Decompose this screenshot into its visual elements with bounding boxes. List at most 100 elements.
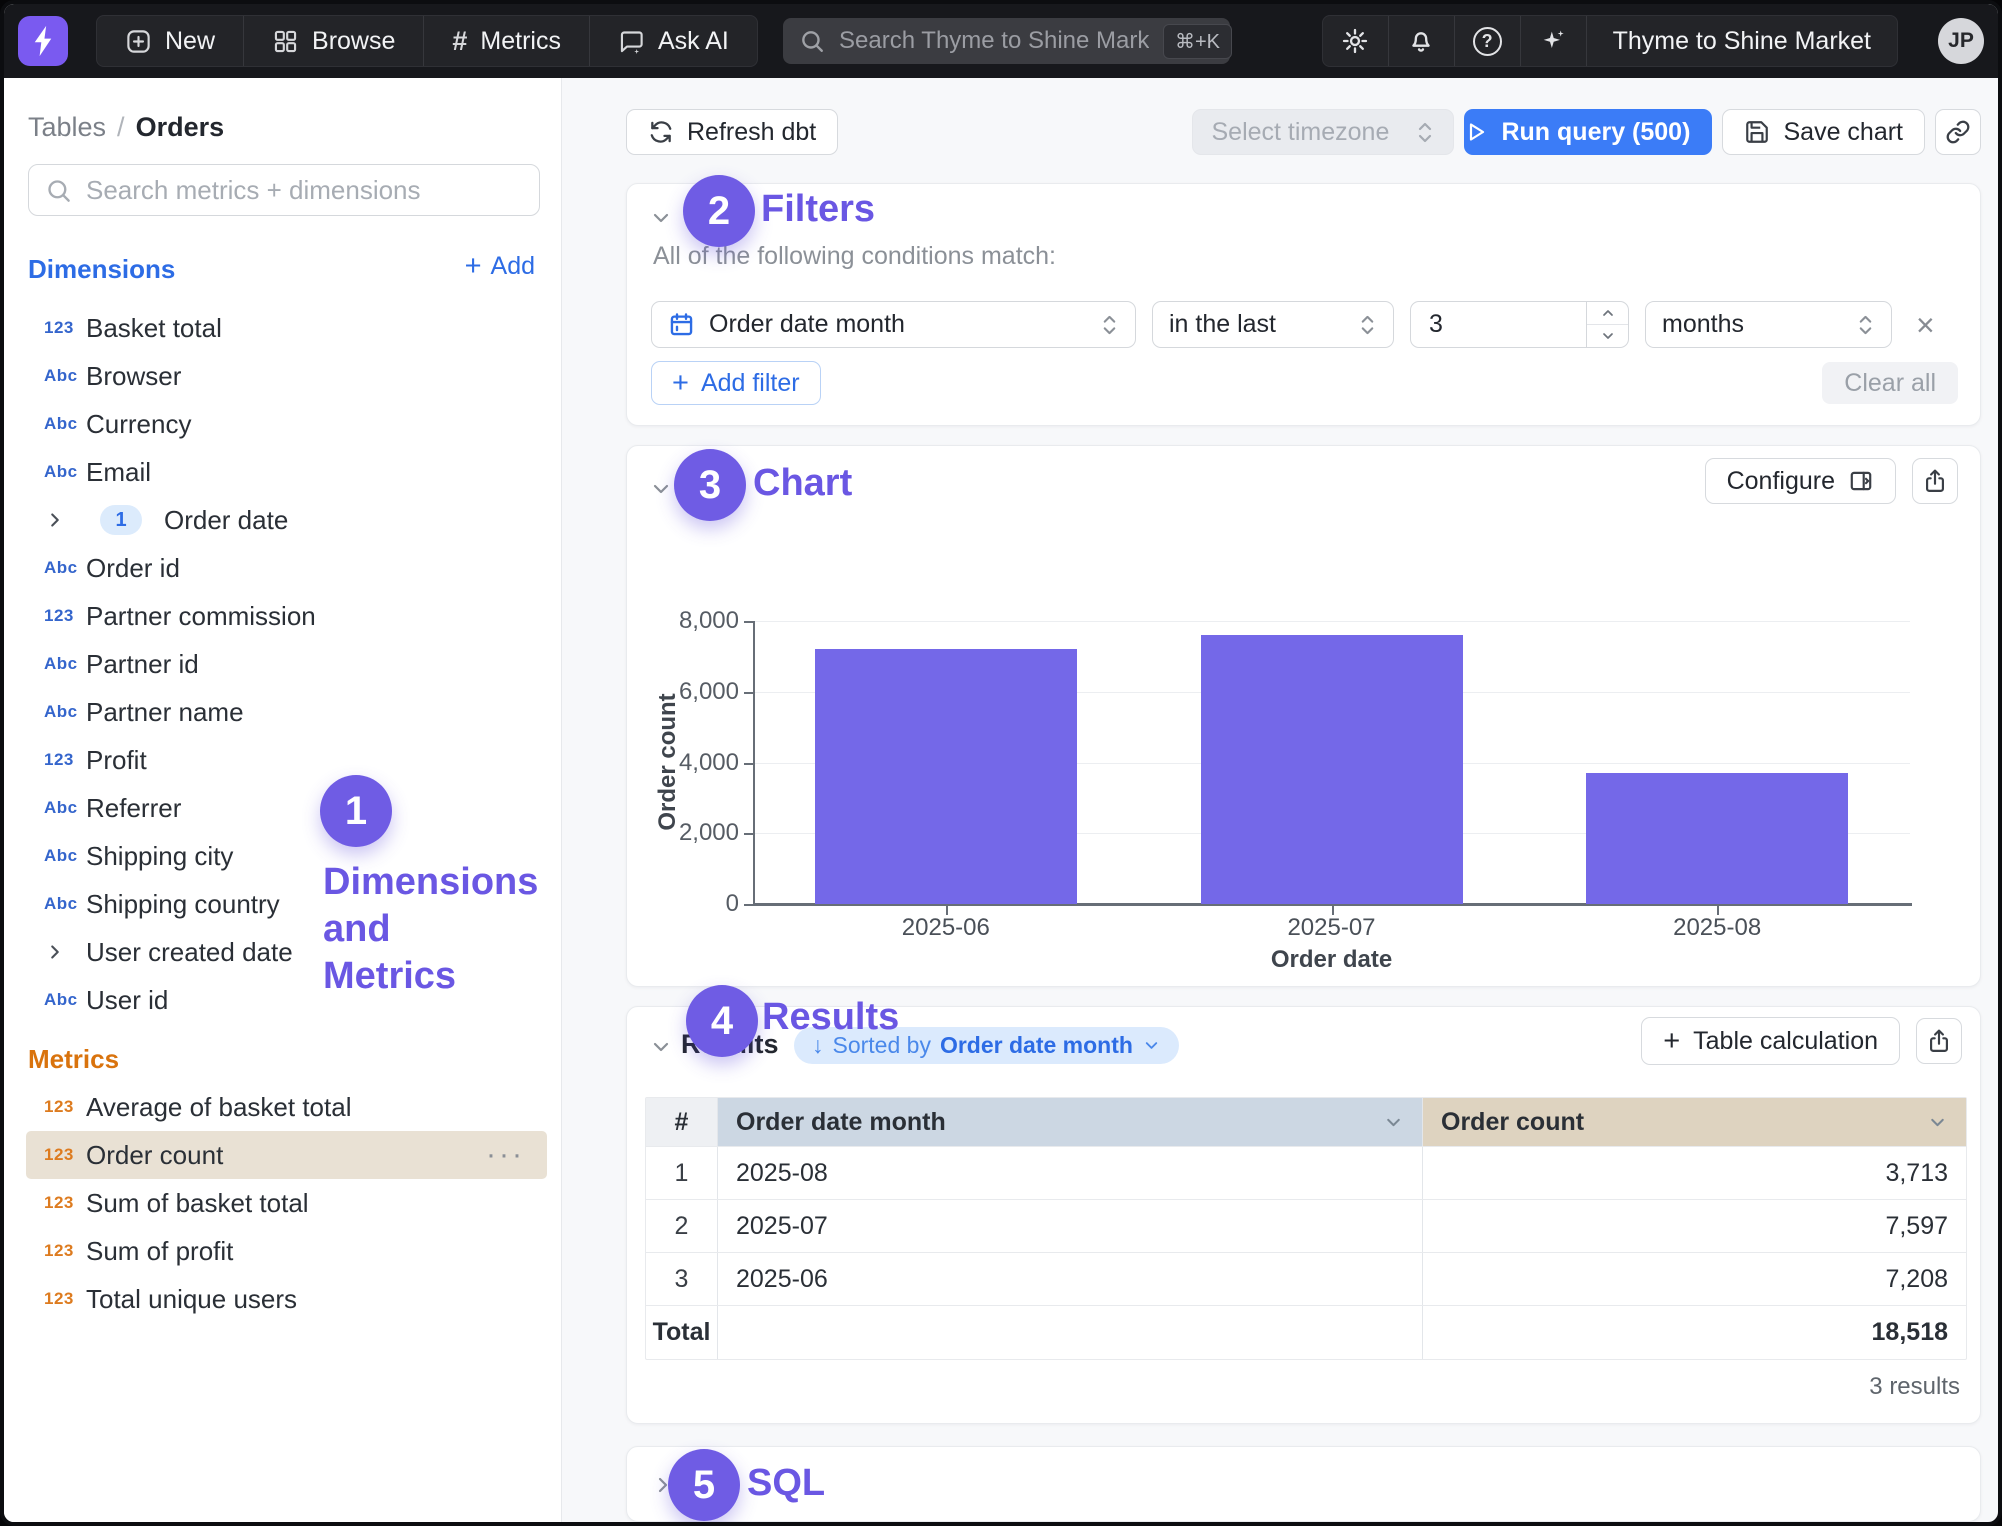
breadcrumb-tables-link[interactable]: Tables xyxy=(28,112,106,143)
hash-icon: # xyxy=(452,26,467,57)
dimension-order-id[interactable]: AbcOrder id xyxy=(26,544,547,592)
notifications-button[interactable] xyxy=(1389,16,1455,66)
link-icon xyxy=(1945,119,1971,145)
refresh-dbt-button[interactable]: Refresh dbt xyxy=(626,109,838,155)
string-type-icon: Abc xyxy=(44,798,86,818)
save-chart-button[interactable]: Save chart xyxy=(1722,109,1925,155)
bar-chart: Order count Order date 8,0006,0004,0002,… xyxy=(627,446,1980,986)
dimension-partner-name[interactable]: AbcPartner name xyxy=(26,688,547,736)
ai-sparkles-button[interactable] xyxy=(1521,16,1587,66)
dimension-currency[interactable]: AbcCurrency xyxy=(26,400,547,448)
fields-search-input[interactable] xyxy=(86,175,523,206)
clear-all-filters-button[interactable]: Clear all xyxy=(1822,362,1958,404)
annotation-label-chart: Chart xyxy=(753,462,852,505)
table-row[interactable]: 12025-083,713 xyxy=(646,1146,1966,1199)
column-header-label: # xyxy=(675,1108,689,1137)
table-total-row: Total18,518 xyxy=(646,1305,1966,1359)
number-type-icon: 123 xyxy=(44,1193,86,1213)
run-query-button[interactable]: Run query (500) xyxy=(1464,109,1712,155)
lightning-bolt-icon xyxy=(28,24,58,58)
field-label: Shipping country xyxy=(86,889,280,920)
annotation-label-results: Results xyxy=(762,996,899,1039)
dimension-profit[interactable]: 123Profit xyxy=(26,736,547,784)
stepper-down-button[interactable] xyxy=(1587,325,1628,347)
number-type-icon: 123 xyxy=(44,318,86,338)
dimension-referrer[interactable]: AbcReferrer xyxy=(26,784,547,832)
field-label: Order date xyxy=(164,505,288,536)
export-results-button[interactable] xyxy=(1916,1018,1962,1064)
add-dimension-button[interactable]: + Add xyxy=(465,252,535,281)
metric-sum-of-profit[interactable]: 123Sum of profit xyxy=(26,1227,547,1275)
string-type-icon: Abc xyxy=(44,990,86,1010)
metric-total-unique-users[interactable]: 123Total unique users xyxy=(26,1275,547,1323)
column-header-order-count[interactable]: Order count xyxy=(1423,1098,1966,1146)
number-type-icon: 123 xyxy=(44,750,86,770)
plus-icon: + xyxy=(672,367,689,400)
annotation-label-sql: SQL xyxy=(747,1462,825,1505)
metric-order-count[interactable]: 123Order count··· xyxy=(26,1131,547,1179)
metric-average-of-basket-total[interactable]: 123Average of basket total xyxy=(26,1083,547,1131)
filter-value-field[interactable] xyxy=(1411,310,1572,339)
field-label: Referrer xyxy=(86,793,181,824)
y-tick-mark xyxy=(744,904,753,906)
filter-operator-select[interactable]: in the last xyxy=(1152,301,1394,348)
dimension-basket-total[interactable]: 123Basket total xyxy=(26,304,547,352)
dimension-partner-id[interactable]: AbcPartner id xyxy=(26,640,547,688)
bar-2025-08 xyxy=(1586,773,1848,904)
stepper-up-button[interactable] xyxy=(1587,302,1628,325)
org-switcher[interactable]: Thyme to Shine Market xyxy=(1587,16,1897,66)
help-button[interactable]: ? xyxy=(1455,16,1521,66)
filter-field-select[interactable]: Order date month xyxy=(651,301,1136,348)
field-label: Order id xyxy=(86,553,180,584)
user-avatar[interactable]: JP xyxy=(1938,18,1984,64)
plus-icon: + xyxy=(465,252,482,281)
share-link-button[interactable] xyxy=(1935,109,1981,155)
nav-metrics-button[interactable]: #Metrics xyxy=(424,16,590,66)
x-tick-label: 2025-06 xyxy=(815,914,1077,942)
chevron-updown-icon xyxy=(1100,312,1119,338)
y-tick-label: 0 xyxy=(627,890,739,918)
settings-button[interactable] xyxy=(1323,16,1389,66)
y-tick-label: 4,000 xyxy=(627,749,739,777)
add-filter-button[interactable]: + Add filter xyxy=(651,361,821,405)
field-label: Partner commission xyxy=(86,601,316,632)
dimension-order-date[interactable]: 1Order date xyxy=(26,496,547,544)
sql-section xyxy=(626,1446,1981,1522)
collapse-filters-chevron[interactable] xyxy=(649,206,673,230)
timezone-select[interactable]: Select timezone xyxy=(1192,109,1454,155)
nav-browse-button[interactable]: Browse xyxy=(244,16,424,66)
fields-search[interactable] xyxy=(28,164,540,216)
chevron-right-icon xyxy=(44,941,86,963)
table-calculation-button[interactable]: + Table calculation xyxy=(1641,1017,1900,1065)
y-tick-mark xyxy=(744,692,753,694)
annotation-label-dimensions-metrics: Dimensions and Metrics xyxy=(323,859,538,1000)
bar-2025-07 xyxy=(1201,635,1463,904)
search-icon xyxy=(799,28,825,54)
filter-unit-select[interactable]: months xyxy=(1645,301,1892,348)
dimension-browser[interactable]: AbcBrowser xyxy=(26,352,547,400)
nav-new-button[interactable]: New xyxy=(97,16,244,66)
remove-filter-button[interactable]: × xyxy=(1916,309,1935,341)
table-row[interactable]: 32025-067,208 xyxy=(646,1252,1966,1305)
app-logo[interactable] xyxy=(18,16,68,66)
metric-sum-of-basket-total[interactable]: 123Sum of basket total xyxy=(26,1179,547,1227)
nav-ask-ai-button[interactable]: Ask AI xyxy=(590,16,757,66)
table-row[interactable]: 22025-077,597 xyxy=(646,1199,1966,1252)
filter-value-input[interactable] xyxy=(1410,301,1629,348)
string-type-icon: Abc xyxy=(44,702,86,722)
x-tick-label: 2025-07 xyxy=(1201,914,1463,942)
annotation-circle-2: 2 xyxy=(683,175,755,247)
dimension-email[interactable]: AbcEmail xyxy=(26,448,547,496)
cell: 2025-07 xyxy=(718,1200,1423,1252)
y-tick-label: 8,000 xyxy=(627,607,739,635)
global-search[interactable]: ⌘+K xyxy=(783,18,1230,64)
column-sort-chevron-icon xyxy=(1383,1112,1404,1133)
field-menu-button[interactable]: ··· xyxy=(486,1138,547,1172)
metrics-list: 123Average of basket total123Order count… xyxy=(26,1083,547,1323)
results-count: 3 results xyxy=(1869,1373,1960,1401)
collapse-results-chevron[interactable] xyxy=(649,1035,673,1059)
global-search-input[interactable] xyxy=(839,27,1149,55)
column-header-order-date-month[interactable]: Order date month xyxy=(718,1098,1423,1146)
cell: 2025-06 xyxy=(718,1253,1423,1305)
dimension-partner-commission[interactable]: 123Partner commission xyxy=(26,592,547,640)
